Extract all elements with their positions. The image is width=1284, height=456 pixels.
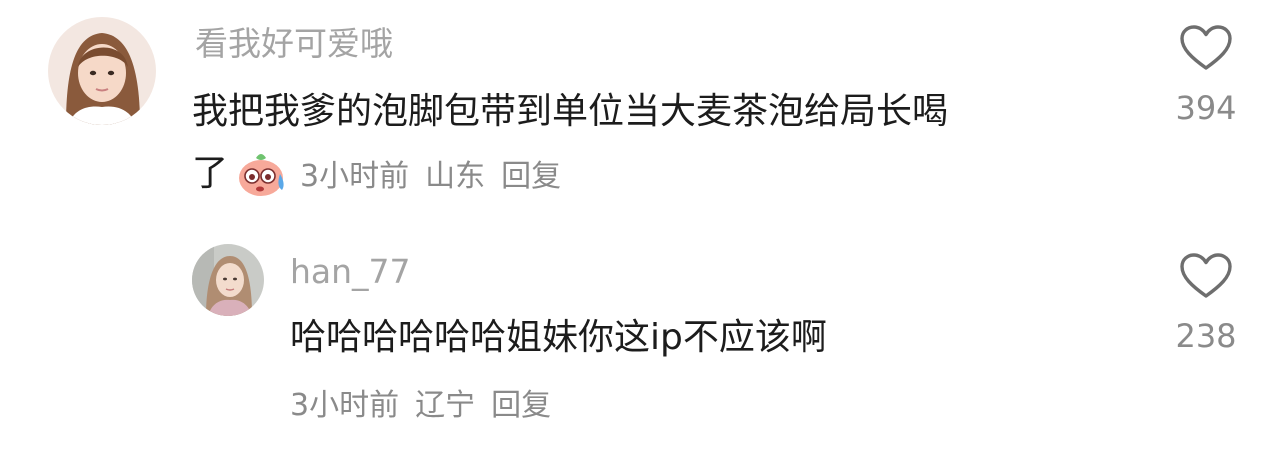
like-count: 238 bbox=[1175, 317, 1237, 355]
comment-location: 辽宁 bbox=[415, 388, 476, 423]
comment-meta: 3小时前 辽宁 回复 bbox=[290, 385, 551, 427]
comment-text-line-2: 了 bbox=[192, 153, 229, 194]
avatar[interactable] bbox=[192, 244, 264, 316]
comment-meta: 3小时前 山东 回复 bbox=[300, 156, 561, 198]
sweat-smile-emoji bbox=[236, 148, 288, 198]
comment-time: 3小时前 bbox=[300, 159, 410, 194]
avatar[interactable] bbox=[48, 17, 156, 125]
comment-time: 3小时前 bbox=[290, 388, 400, 423]
reply-button[interactable]: 回复 bbox=[491, 385, 551, 427]
reply-button[interactable]: 回复 bbox=[501, 156, 561, 198]
like-count: 394 bbox=[1175, 89, 1237, 127]
username[interactable]: 看我好可爱哦 bbox=[195, 22, 393, 66]
comment-location: 山东 bbox=[425, 159, 486, 194]
comment-text-line-1: 我把我爹的泡脚包带到单位当大麦茶泡给局长喝 bbox=[192, 91, 949, 132]
heart-outline-icon[interactable] bbox=[1178, 24, 1234, 72]
username[interactable]: han_77 bbox=[290, 250, 411, 294]
heart-outline-icon[interactable] bbox=[1178, 252, 1234, 300]
comment-text: 哈哈哈哈哈哈姐妹你这ip不应该啊 bbox=[290, 317, 827, 358]
